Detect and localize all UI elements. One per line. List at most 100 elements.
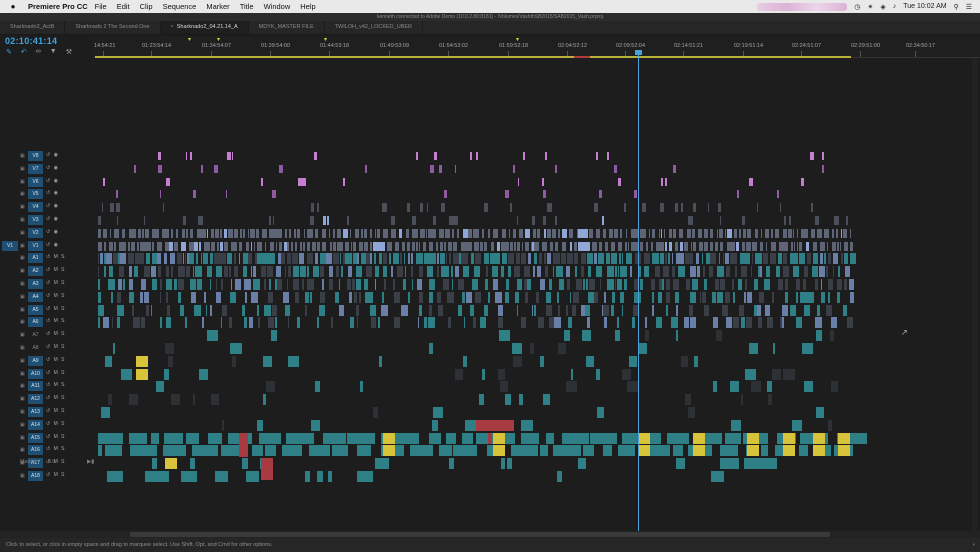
audio-clip[interactable] bbox=[603, 317, 607, 329]
video-clip[interactable] bbox=[664, 177, 668, 186]
audio-clip[interactable] bbox=[582, 445, 595, 457]
audio-clip[interactable] bbox=[766, 317, 773, 329]
video-clip[interactable] bbox=[467, 228, 473, 238]
video-clip[interactable] bbox=[603, 228, 606, 238]
audio-clip[interactable] bbox=[307, 266, 310, 278]
video-clip[interactable] bbox=[121, 228, 126, 238]
audio-clip[interactable] bbox=[107, 394, 113, 406]
audio-clip[interactable] bbox=[227, 253, 233, 265]
video-clip[interactable] bbox=[314, 228, 319, 238]
track-name[interactable]: A14 bbox=[28, 419, 43, 430]
track-mute-solo-icon[interactable]: ↺ M S bbox=[46, 331, 65, 337]
audio-clip[interactable] bbox=[232, 355, 236, 367]
audio-clip[interactable] bbox=[689, 304, 694, 316]
playhead-timecode[interactable]: 02:10:41:14 bbox=[5, 36, 57, 46]
video-clip[interactable] bbox=[517, 241, 520, 251]
video-clip[interactable] bbox=[297, 228, 301, 238]
video-clip[interactable] bbox=[625, 241, 627, 251]
audio-clip[interactable] bbox=[614, 279, 617, 290]
video-clip[interactable] bbox=[850, 228, 852, 238]
video-clip[interactable] bbox=[668, 241, 673, 251]
video-clip[interactable] bbox=[771, 228, 774, 238]
audio-clip[interactable] bbox=[370, 253, 372, 265]
audio-clip[interactable] bbox=[164, 368, 170, 380]
track-name[interactable]: A1 bbox=[28, 253, 43, 264]
track-mute-solo-icon[interactable]: ↺ M S bbox=[46, 408, 65, 414]
audio-clip[interactable] bbox=[689, 291, 696, 303]
audio-clip[interactable] bbox=[299, 266, 307, 278]
video-clip[interactable] bbox=[663, 228, 666, 238]
audio-clip[interactable] bbox=[151, 253, 157, 265]
video-clip[interactable] bbox=[810, 228, 815, 238]
track-mute-solo-icon[interactable]: ↺ M S bbox=[46, 280, 65, 286]
video-clip[interactable] bbox=[788, 228, 793, 238]
audio-clip[interactable] bbox=[205, 304, 208, 316]
audio-clip[interactable] bbox=[204, 291, 206, 303]
audio-clip[interactable] bbox=[802, 279, 807, 290]
audio-clip[interactable] bbox=[719, 458, 731, 470]
video-clip[interactable] bbox=[592, 241, 597, 251]
audio-clip[interactable] bbox=[479, 394, 485, 406]
video-clip[interactable] bbox=[375, 228, 377, 238]
audio-clip[interactable] bbox=[725, 432, 741, 444]
video-clip[interactable] bbox=[617, 177, 622, 186]
video-clip[interactable] bbox=[432, 216, 437, 225]
sequence-marker-icon[interactable]: ▾ bbox=[516, 36, 519, 43]
video-clip[interactable] bbox=[317, 203, 320, 213]
video-clip[interactable] bbox=[765, 241, 768, 251]
audio-clip[interactable] bbox=[388, 253, 391, 265]
audio-clip[interactable] bbox=[690, 266, 697, 278]
video-clip[interactable] bbox=[137, 241, 139, 251]
video-clip[interactable] bbox=[710, 241, 713, 251]
video-clip[interactable] bbox=[561, 241, 567, 251]
audio-clip[interactable] bbox=[829, 330, 835, 342]
audio-clip[interactable] bbox=[242, 304, 246, 316]
audio-clip[interactable] bbox=[191, 445, 219, 457]
video-clip[interactable] bbox=[272, 216, 274, 225]
video-clip[interactable] bbox=[284, 228, 288, 238]
audio-clip[interactable] bbox=[179, 304, 185, 316]
audio-clip[interactable] bbox=[315, 253, 318, 265]
video-clip[interactable] bbox=[211, 228, 215, 238]
audio-clip[interactable] bbox=[746, 317, 753, 329]
audio-clip[interactable] bbox=[246, 471, 259, 482]
audio-clip[interactable] bbox=[795, 317, 803, 329]
video-clip[interactable] bbox=[278, 228, 282, 238]
audio-clip[interactable] bbox=[511, 343, 523, 354]
video-clip[interactable] bbox=[614, 164, 618, 173]
audio-clip[interactable] bbox=[761, 458, 777, 470]
audio-clip[interactable] bbox=[466, 291, 472, 303]
audio-clip[interactable] bbox=[439, 253, 446, 265]
audio-clip[interactable] bbox=[675, 330, 678, 342]
video-clip[interactable] bbox=[811, 203, 813, 213]
video-clip[interactable] bbox=[321, 241, 326, 251]
audio-clip[interactable] bbox=[177, 253, 183, 265]
audio-clip[interactable] bbox=[103, 317, 109, 329]
video-clip[interactable] bbox=[158, 164, 163, 173]
video-clip[interactable] bbox=[522, 228, 524, 238]
video-clip[interactable] bbox=[401, 241, 406, 251]
audio-clip[interactable] bbox=[586, 355, 595, 367]
audio-clip[interactable] bbox=[804, 266, 809, 278]
audio-clip[interactable] bbox=[815, 330, 822, 342]
track-name[interactable]: A15 bbox=[28, 432, 43, 443]
audio-clip[interactable] bbox=[744, 291, 746, 303]
audio-clip[interactable] bbox=[349, 317, 355, 329]
audio-clip[interactable] bbox=[793, 266, 799, 278]
video-clip[interactable] bbox=[542, 177, 545, 186]
audio-clip[interactable] bbox=[543, 253, 546, 265]
video-clip[interactable] bbox=[165, 177, 170, 186]
audio-clip[interactable] bbox=[275, 317, 277, 329]
audio-clip[interactable] bbox=[485, 279, 488, 290]
track-name[interactable]: V6 bbox=[28, 176, 43, 187]
audio-clip-label[interactable] bbox=[493, 445, 505, 457]
video-clip[interactable] bbox=[605, 241, 609, 251]
audio-clip[interactable] bbox=[306, 253, 313, 265]
audio-clip[interactable] bbox=[118, 266, 125, 278]
audio-clip[interactable] bbox=[620, 266, 627, 278]
track-header-a10[interactable]: ▣ A10 ↺ M S bbox=[0, 368, 93, 380]
audio-clip[interactable] bbox=[820, 253, 824, 265]
audio-clip[interactable] bbox=[726, 317, 732, 329]
audio-clip[interactable] bbox=[129, 266, 133, 278]
vertical-scrollbar[interactable] bbox=[972, 58, 977, 531]
